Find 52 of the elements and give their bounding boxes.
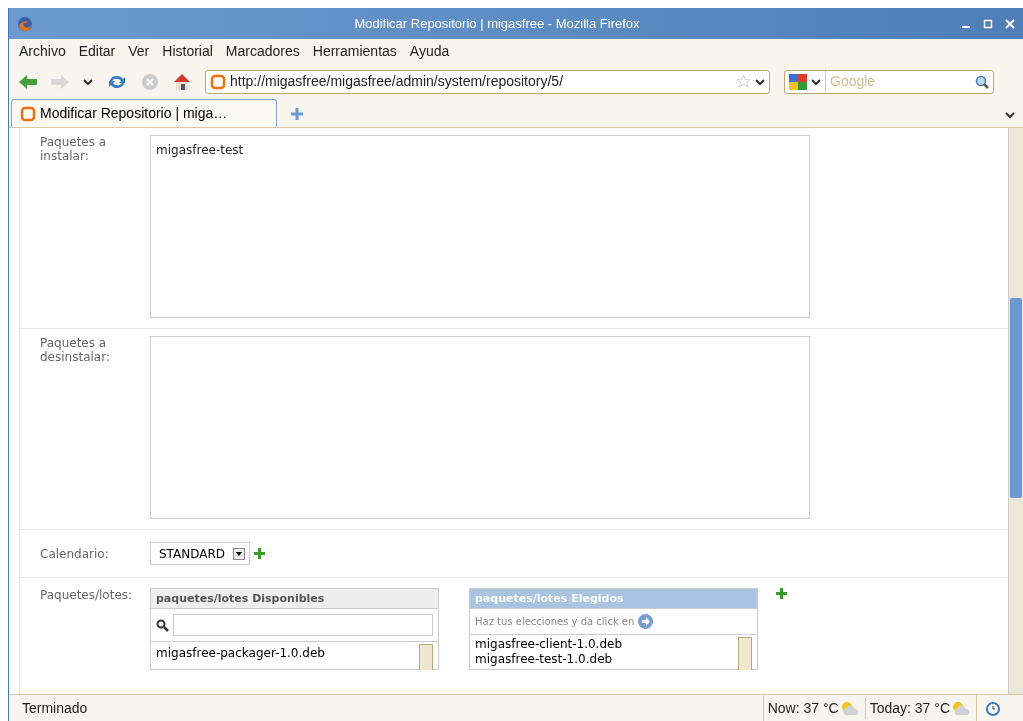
- list-option[interactable]: migasfree-client-1.0.deb: [475, 637, 623, 652]
- back-icon[interactable]: [19, 73, 37, 90]
- search-field[interactable]: Google: [825, 71, 971, 92]
- site-icon: [20, 105, 36, 122]
- chevron-down-icon[interactable]: [1005, 111, 1015, 119]
- field-label: Calendario:: [40, 546, 110, 561]
- add-icon[interactable]: [776, 588, 787, 599]
- scrollbar[interactable]: [738, 637, 752, 670]
- maximize-icon[interactable]: [983, 18, 993, 29]
- menu-item[interactable]: Editar: [78, 41, 116, 62]
- search-engine-icon[interactable]: [789, 73, 807, 90]
- chevron-down-icon[interactable]: [811, 77, 821, 86]
- home-icon[interactable]: [173, 72, 191, 91]
- menu-item[interactable]: Ver: [128, 41, 150, 62]
- panel-header: paquetes/lotes Disponibles: [151, 589, 438, 609]
- search-icon[interactable]: [975, 74, 989, 89]
- menu-item[interactable]: Herramientas: [312, 41, 397, 62]
- field-label: Paquetes a desinstalar:: [40, 336, 111, 366]
- search-icon: [156, 618, 169, 632]
- add-icon[interactable]: [254, 548, 266, 559]
- close-icon[interactable]: [1005, 18, 1015, 29]
- status-text: Terminado: [21, 698, 89, 718]
- select-field[interactable]: STANDARD: [150, 542, 251, 565]
- menu-item[interactable]: Historial: [162, 41, 213, 62]
- new-tab-icon[interactable]: [291, 108, 303, 120]
- chevron-down-icon: [755, 77, 765, 86]
- site-icon: [210, 73, 226, 90]
- hint-text: Haz tus elecciones y da click en: [475, 615, 635, 629]
- browser-tab[interactable]: Modificar Repositorio | miga…: [11, 99, 277, 127]
- weather-icon: [950, 700, 972, 716]
- clock-icon[interactable]: [985, 700, 1001, 716]
- page-scrollbar[interactable]: [1008, 128, 1023, 694]
- field-label: Paquetes/lotes:: [40, 588, 134, 604]
- weather-reading[interactable]: Now: 37 °C: [767, 697, 839, 719]
- panel-header: paquetes/lotes Elegidos: [470, 589, 757, 609]
- chevron-down-icon[interactable]: [83, 77, 93, 86]
- menu-item[interactable]: Ayuda: [409, 41, 450, 62]
- dropdown-icon: [233, 547, 246, 560]
- browser-logo-icon: [17, 15, 33, 32]
- address-bar[interactable]: http://migasfree/migasfree/admin/system/repository/5/: [205, 69, 770, 94]
- weather-reading[interactable]: Today: 37 °C: [869, 697, 950, 719]
- scrollbar[interactable]: [419, 644, 433, 670]
- list-option[interactable]: migasfree-packager-1.0.deb: [156, 644, 325, 662]
- filter-field[interactable]: [173, 614, 433, 636]
- field-label: Paquetes a instalar:: [40, 135, 108, 165]
- text-area[interactable]: migasfree-test: [150, 135, 810, 318]
- search-bar[interactable]: Google: [784, 69, 994, 94]
- menu-item[interactable]: Archivo: [19, 41, 66, 62]
- menu-item[interactable]: Marcadores: [225, 41, 300, 62]
- star-icon: [736, 74, 751, 89]
- window-title: Modificar Repositorio | migasfree - Mozilla Firefox: [353, 14, 641, 33]
- list-option[interactable]: migasfree-test-1.0.deb: [475, 652, 623, 667]
